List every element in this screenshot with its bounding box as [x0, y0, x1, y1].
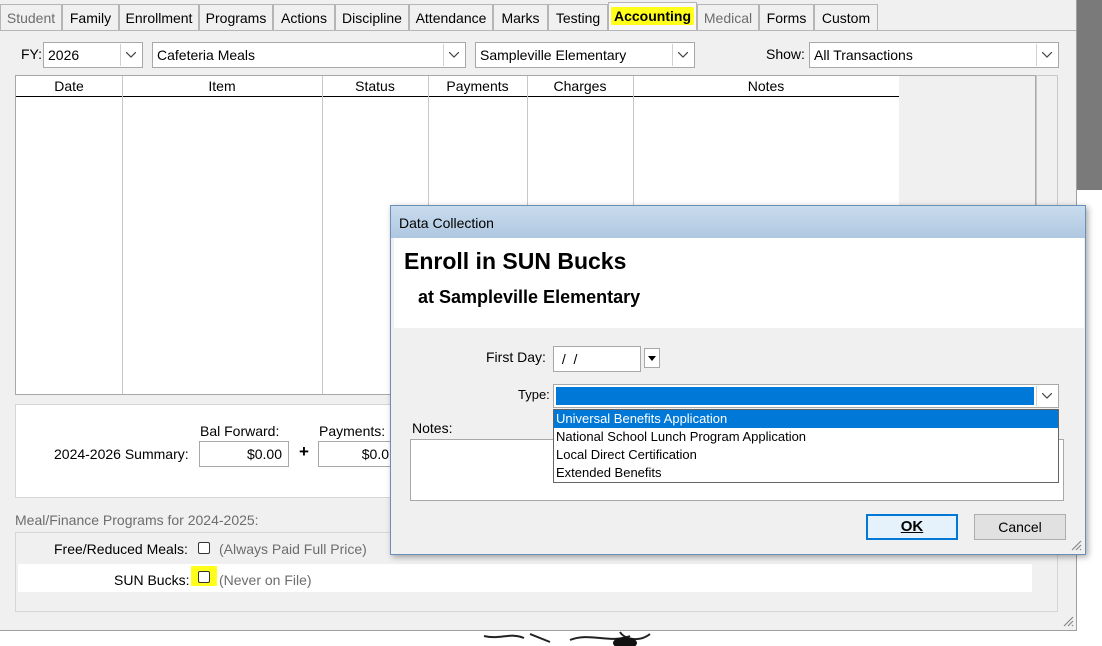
school-select[interactable]: Sampleville Elementary — [475, 42, 695, 68]
col-header-date[interactable]: Date — [16, 76, 122, 97]
first-day-field[interactable]: / / — [553, 346, 641, 372]
show-value: All Transactions — [814, 47, 913, 63]
tab-marks[interactable]: Marks — [493, 4, 548, 30]
cancel-button[interactable]: Cancel — [974, 514, 1066, 540]
show-label: Show: — [766, 46, 805, 62]
chevron-down-icon[interactable] — [1036, 44, 1057, 66]
col-divider — [122, 76, 123, 394]
sun-bucks-note: (Never on File) — [219, 572, 312, 588]
tab-divider — [0, 30, 1076, 31]
col-header-item[interactable]: Item — [122, 76, 322, 97]
col-header-status[interactable]: Status — [322, 76, 428, 97]
tab-testing[interactable]: Testing — [548, 4, 608, 30]
tab-actions[interactable]: Actions — [273, 4, 335, 30]
tab-attendance[interactable]: Attendance — [409, 4, 493, 30]
tab-accounting[interactable]: Accounting — [608, 2, 697, 31]
type-option[interactable]: Universal Benefits Application — [554, 410, 1058, 428]
chevron-down-icon[interactable] — [672, 44, 693, 66]
dialog-subheading: at Sampleville Elementary — [418, 287, 641, 307]
tab-forms[interactable]: Forms — [759, 4, 814, 30]
fy-label: FY: — [21, 46, 43, 62]
date-picker-button[interactable] — [644, 348, 660, 368]
program-value: Cafeteria Meals — [157, 47, 256, 63]
fy-value: 2026 — [48, 47, 80, 63]
chevron-down-icon[interactable] — [120, 44, 141, 66]
ok-button[interactable]: OK — [866, 514, 958, 540]
notes-label: Notes: — [412, 420, 453, 436]
sun-bucks-label: SUN Bucks: — [114, 572, 190, 588]
tab-medical[interactable]: Medical — [697, 4, 759, 30]
type-option[interactable]: Local Direct Certification — [554, 446, 1058, 464]
first-day-value: / / — [558, 351, 578, 367]
chevron-down-icon[interactable] — [443, 44, 464, 66]
fy-select[interactable]: 2026 — [43, 42, 143, 68]
programs-section-label: Meal/Finance Programs for 2024-2025: — [15, 512, 259, 528]
tab-discipline[interactable]: Discipline — [335, 4, 409, 30]
dialog-title[interactable]: Data Collection — [391, 206, 1085, 238]
summary-row-label: 2024-2026 Summary: — [54, 446, 189, 462]
type-selected-value — [556, 387, 1034, 405]
free-reduced-note: (Always Paid Full Price) — [219, 541, 367, 557]
type-select[interactable] — [553, 384, 1059, 408]
dialog-heading: Enroll in SUN Bucks — [404, 248, 627, 274]
payments-field[interactable]: $0.0 — [318, 441, 396, 467]
bal-forward-label: Bal Forward: — [200, 423, 280, 439]
chevron-down-icon[interactable] — [1036, 386, 1057, 406]
cancel-label: Cancel — [998, 519, 1042, 535]
tab-enrollment[interactable]: Enrollment — [119, 4, 199, 30]
data-collection-dialog: Data Collection Enroll in SUN Bucks at S… — [390, 205, 1086, 555]
sun-bucks-checkbox[interactable] — [198, 571, 210, 583]
tab-custom[interactable]: Custom — [814, 4, 878, 30]
background-window-edge — [1077, 0, 1102, 190]
payments-label: Payments: — [319, 423, 386, 439]
tab-family[interactable]: Family — [62, 4, 119, 30]
free-reduced-checkbox[interactable] — [198, 542, 210, 554]
col-header-notes[interactable]: Notes — [633, 76, 899, 97]
program-select[interactable]: Cafeteria Meals — [152, 42, 466, 68]
type-label: Type: — [518, 387, 550, 402]
school-value: Sampleville Elementary — [480, 47, 627, 63]
col-divider — [322, 76, 323, 394]
tab-student[interactable]: Student — [0, 4, 62, 30]
resize-grip-icon[interactable] — [1070, 539, 1082, 551]
dialog-header: Enroll in SUN Bucks at Sampleville Eleme… — [394, 238, 1084, 328]
bal-forward-field[interactable]: $0.00 — [199, 441, 289, 467]
tab-programs[interactable]: Programs — [199, 4, 273, 30]
type-dropdown-list[interactable]: Universal Benefits Application National … — [553, 409, 1059, 483]
first-day-label: First Day: — [486, 349, 546, 365]
type-option[interactable]: Extended Benefits — [554, 464, 1058, 482]
caret-down-icon — [648, 355, 656, 361]
type-option[interactable]: National School Lunch Program Applicatio… — [554, 428, 1058, 446]
col-header-charges[interactable]: Charges — [527, 76, 633, 97]
plus-sign: + — [299, 442, 309, 461]
show-select[interactable]: All Transactions — [809, 42, 1059, 68]
ok-label: OK — [900, 518, 924, 535]
resize-grip-icon[interactable] — [1062, 615, 1074, 627]
col-header-payments[interactable]: Payments — [428, 76, 527, 97]
free-reduced-label: Free/Reduced Meals: — [54, 541, 188, 557]
background-sketch-image — [483, 631, 651, 646]
